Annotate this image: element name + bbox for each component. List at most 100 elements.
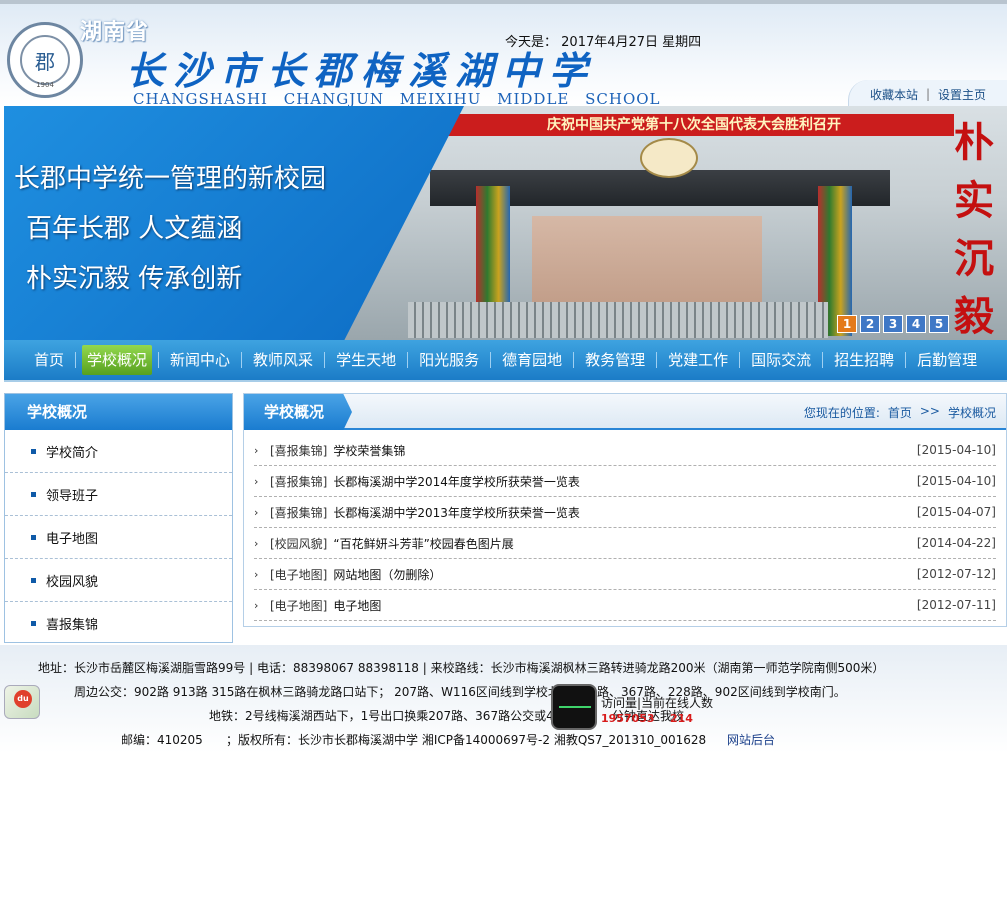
nav-item[interactable]: 教师风采 <box>242 345 324 375</box>
breadcrumb-home[interactable]: 首页 <box>888 404 912 421</box>
sidebar-item-label: 学校简介 <box>46 445 99 461</box>
nav-item[interactable]: 党建工作 <box>657 345 739 375</box>
stats-monitor-icon[interactable] <box>551 684 597 730</box>
article-list: › [喜报集锦] 学校荣誉集锦 [2015-04-10] › [喜报集锦] 长郡梅溪湖中学2… <box>244 430 1006 621</box>
nav-item[interactable]: 招生招聘 <box>823 345 905 375</box>
chevron-right-icon: › <box>254 474 259 488</box>
nav-item[interactable]: 教务管理 <box>574 345 656 375</box>
nav-item[interactable]: 学生天地 <box>325 345 407 375</box>
set-home-link[interactable]: 设置主页 <box>938 86 986 103</box>
article-date: [2012-07-12] <box>916 567 996 581</box>
logo-emblem: 郡 <box>20 35 70 85</box>
nav-item[interactable]: 新闻中心 <box>159 345 241 375</box>
sidebar-item-label: 领导班子 <box>46 488 99 504</box>
footer-postcode: 邮编：410205 <box>121 733 203 747</box>
slogan-line-1: 长郡中学统一管理的新校园 <box>14 164 327 194</box>
map-icon[interactable]: du <box>4 685 40 719</box>
main-header: 学校概况 您现在的位置: 首页 >> 学校概况 <box>244 394 1006 430</box>
footer: 地址：长沙市岳麓区梅溪湖脂雪路99号 | 电话：88398067 8839811… <box>0 645 1007 753</box>
article-title[interactable]: 网站地图（勿删除） <box>333 566 917 583</box>
chevron-right-icon: › <box>254 443 259 457</box>
banner-slideshow[interactable]: 庆祝中国共产党第十八次全国代表大会胜利召开 长郡中学统一管理的新校园 百年长郡 … <box>4 106 1007 340</box>
article-category[interactable]: [电子地图] <box>270 566 327 583</box>
header-links: 收藏本站 | 设置主页 <box>848 80 1007 108</box>
article-date: [2015-04-10] <box>916 474 996 488</box>
article-row[interactable]: › [喜报集锦] 长郡梅溪湖中学2013年度学校所获荣誉一览表 [2015-04-07… <box>254 497 996 528</box>
logo-year: 1904 <box>36 81 54 89</box>
pager-dot[interactable]: 3 <box>883 315 903 333</box>
sidebar-list: 学校简介领导班子电子地图 校园风貌喜报集锦 <box>5 430 232 645</box>
footer-address: 地址：长沙市岳麓区梅溪湖脂雪路99号 | 电话：88398067 8839811… <box>38 661 885 675</box>
banner-pager: 12345 <box>837 315 949 333</box>
bullet-icon <box>31 448 36 454</box>
nav-item[interactable]: 学校概况 <box>82 345 153 375</box>
bullet-icon <box>31 577 36 583</box>
breadcrumb-label: 您现在的位置: <box>803 406 880 420</box>
admin-link[interactable]: 网站后台 <box>727 731 775 748</box>
breadcrumb-current[interactable]: 学校概况 <box>948 404 996 421</box>
article-title[interactable]: “百花鲜妍斗芳菲”校园春色图片展 <box>333 535 917 552</box>
chevron-right-icon: › <box>254 598 259 612</box>
bullet-icon <box>31 491 36 497</box>
link-separator: | <box>925 87 931 101</box>
pager-dot[interactable]: 4 <box>906 315 926 333</box>
nav-item[interactable]: 阳光服务 <box>408 345 490 375</box>
breadcrumb: 您现在的位置: 首页 >> 学校概况 <box>804 404 996 421</box>
sidebar-item[interactable]: 喜报集锦 <box>5 602 232 645</box>
gate-banner: 庆祝中国共产党第十八次全国代表大会胜利召开 <box>434 114 954 136</box>
article-title[interactable]: 长郡梅溪湖中学2014年度学校所获荣誉一览表 <box>333 473 917 490</box>
article-row[interactable]: › [喜报集锦] 长郡梅溪湖中学2014年度学校所获荣誉一览表 [2015-04-10… <box>254 466 996 497</box>
bullet-icon <box>31 534 36 540</box>
breadcrumb-sep: >> <box>919 404 940 418</box>
pager-dot[interactable]: 1 <box>837 315 857 333</box>
chevron-right-icon: › <box>254 567 259 581</box>
bullet-icon <box>31 621 36 626</box>
article-category[interactable]: [喜报集锦] <box>270 442 327 459</box>
article-date: [2015-04-10] <box>916 443 996 457</box>
building-photo <box>532 216 762 316</box>
favorite-link[interactable]: 收藏本站 <box>870 86 918 103</box>
article-date: [2012-07-11] <box>916 598 996 612</box>
article-date: [2014-04-22] <box>916 536 996 550</box>
nav-item[interactable]: 国际交流 <box>740 345 822 375</box>
gate-emblem <box>640 138 698 178</box>
article-title[interactable]: 学校荣誉集锦 <box>333 442 917 459</box>
nav-item[interactable]: 德育园地 <box>491 345 573 375</box>
school-logo[interactable]: 郡 1904 <box>7 22 83 98</box>
article-row[interactable]: › [电子地图] 电子地图 [2012-07-11] <box>254 590 996 621</box>
sidebar: 学校概况 学校简介 领导班子 电子地图 校园风貌 喜报集锦 <box>4 393 233 643</box>
sidebar-item[interactable]: 学校简介 <box>5 430 232 473</box>
online-count: 214 <box>670 712 693 725</box>
article-category[interactable]: [校园风貌] <box>270 535 327 552</box>
main-content: 学校概况 您现在的位置: 首页 >> 学校概况 › [喜报集锦] 学校荣誉集锦 [20… <box>243 393 1007 627</box>
footer-bus: 周边公交：902路 913路 315路在枫林三路骑龙路口站下； 207路、W11… <box>74 685 572 699</box>
sidebar-item[interactable]: 电子地图 <box>5 516 232 559</box>
chevron-right-icon: › <box>254 505 259 519</box>
article-row[interactable]: › [校园风貌] “百花鲜妍斗芳菲”校园春色图片展 [2014-04-22] <box>254 528 996 559</box>
article-title[interactable]: 长郡梅溪湖中学2013年度学校所获荣誉一览表 <box>333 504 917 521</box>
nav-separator <box>75 352 77 368</box>
sidebar-item-label: 喜报集锦 <box>46 618 99 633</box>
nav-item[interactable]: 后勤管理 <box>906 345 988 375</box>
article-row[interactable]: › [喜报集锦] 学校荣誉集锦 [2015-04-10] <box>254 435 996 466</box>
visit-stat-label: 访问量|当前在线人数 <box>601 696 714 710</box>
map-pin-icon: du <box>14 690 32 708</box>
article-title[interactable]: 电子地图 <box>333 597 917 614</box>
sidebar-item[interactable]: 校园风貌 <box>5 559 232 602</box>
footer-subway: 地铁：2号线梅溪湖西站下，1号出口换乘207路、367路公交或4号 <box>209 709 566 723</box>
sidebar-item[interactable]: 领导班子 <box>5 473 232 516</box>
article-date: [2015-04-07] <box>916 505 996 519</box>
pager-dot[interactable]: 2 <box>860 315 880 333</box>
article-category[interactable]: [喜报集锦] <box>270 504 327 521</box>
date-value: 2017年4月27日 星期四 <box>561 35 702 50</box>
nav-item[interactable]: 首页 <box>4 345 75 375</box>
article-category[interactable]: [喜报集锦] <box>270 473 327 490</box>
page: 郡 1904 湖南省 长沙市长郡梅溪湖中学 CHANGSHASHI CHANGJ… <box>0 0 1007 919</box>
main-nav: 首页 学校概况 新闻中心 教师风采 学生天地 阳光服务 德育园地 教务管理 党建工作 国际交流 招生… <box>4 340 1007 382</box>
footer-copyright: ；版权所有：长沙市长郡梅溪湖中学 湘ICP备14000697号-2 湘教QS7_… <box>226 733 707 747</box>
article-row[interactable]: › [电子地图] 网站地图（勿删除） [2012-07-12] <box>254 559 996 590</box>
main-title: 学校概况 <box>244 394 352 430</box>
pager-dot[interactable]: 5 <box>929 315 949 333</box>
article-category[interactable]: [电子地图] <box>270 597 327 614</box>
header: 郡 1904 湖南省 长沙市长郡梅溪湖中学 CHANGSHASHI CHANGJ… <box>0 4 1007 108</box>
